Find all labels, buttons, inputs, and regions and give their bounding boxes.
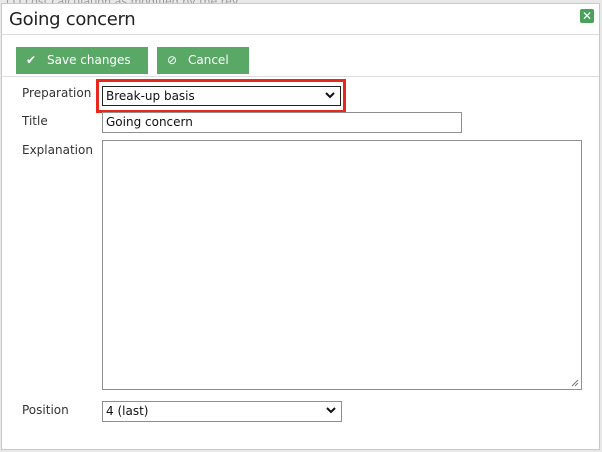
prohibit-icon: ⊘	[167, 53, 178, 67]
save-button-label: Save changes	[47, 53, 131, 67]
preparation-highlight-box	[96, 79, 346, 113]
cancel-button[interactable]: ⊘ Cancel	[157, 47, 249, 74]
preparation-label: Preparation	[22, 86, 92, 100]
title-label: Title	[22, 114, 48, 128]
explanation-label: Explanation	[22, 143, 93, 157]
going-concern-dialog: Going concern ✕ ✔ Save changes ⊘ Cancel …	[1, 3, 600, 450]
resize-grip-icon[interactable]	[570, 378, 579, 387]
title-divider	[2, 34, 599, 35]
toolbar-divider	[2, 76, 599, 77]
title-input-value: Going concern	[106, 115, 193, 129]
cancel-button-label: Cancel	[188, 53, 229, 67]
title-input[interactable]: Going concern	[102, 112, 462, 133]
close-icon[interactable]: ✕	[580, 9, 594, 23]
dialog-title: Going concern	[9, 9, 136, 30]
position-select[interactable]: 4 (last)	[102, 401, 342, 422]
chevron-down-icon	[326, 407, 336, 414]
position-select-value: 4 (last)	[106, 404, 149, 418]
position-label: Position	[22, 403, 69, 417]
save-button[interactable]: ✔ Save changes	[16, 47, 148, 74]
explanation-textarea[interactable]	[102, 140, 582, 390]
check-icon: ✔	[26, 53, 37, 67]
